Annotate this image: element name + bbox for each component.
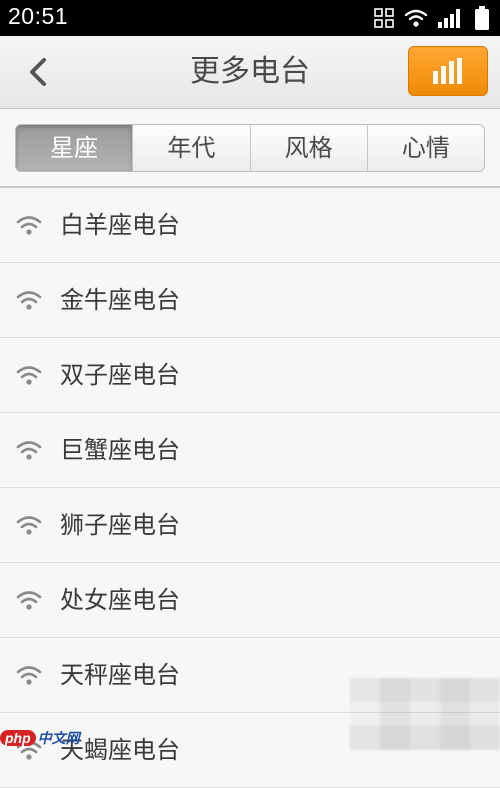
station-label: 天秤座电台 [60,661,180,689]
station-label: 巨蟹座电台 [60,436,180,464]
list-item[interactable]: 巨蟹座电台 [0,413,500,488]
watermark: php 中文网 [0,726,80,750]
list-item[interactable]: 双子座电台 [0,338,500,413]
radio-signal-icon [16,441,42,460]
radio-signal-icon [16,516,42,535]
station-label: 天蝎座电台 [60,736,180,764]
list-item[interactable]: 白羊座电台 [0,188,500,263]
radio-signal-icon [16,216,42,235]
list-item[interactable]: 狮子座电台 [0,488,500,563]
watermark-mosaic [350,678,500,750]
radio-signal-icon [16,366,42,385]
now-playing-button[interactable] [408,46,488,96]
grid-icon [374,8,394,32]
tab-style[interactable]: 风格 [249,125,367,171]
station-label: 狮子座电台 [60,511,180,539]
radio-signal-icon [16,666,42,685]
tab-constellation[interactable]: 星座 [16,125,133,171]
list-item[interactable]: 金牛座电台 [0,263,500,338]
tab-era[interactable]: 年代 [132,125,249,171]
station-label: 金牛座电台 [60,286,180,314]
battery-icon [474,6,490,34]
category-tabs: 星座 年代 风格 心情 [15,124,485,172]
radio-signal-icon [16,291,42,310]
watermark-suffix: 中文网 [37,731,80,747]
tab-mood[interactable]: 心情 [366,125,484,171]
station-label: 白羊座电台 [60,211,180,239]
status-icons [374,6,490,34]
status-time: 20:51 [8,3,69,29]
equalizer-bars-icon [433,58,462,84]
signal-icon [438,8,464,32]
wifi-icon [404,8,428,32]
title-bar: 更多电台 [0,36,500,109]
status-bar: 20:51 [0,0,500,36]
station-label: 双子座电台 [60,361,180,389]
watermark-brand: php [0,730,36,746]
radio-signal-icon [16,591,42,610]
list-item[interactable]: 处女座电台 [0,563,500,638]
station-label: 处女座电台 [60,586,180,614]
